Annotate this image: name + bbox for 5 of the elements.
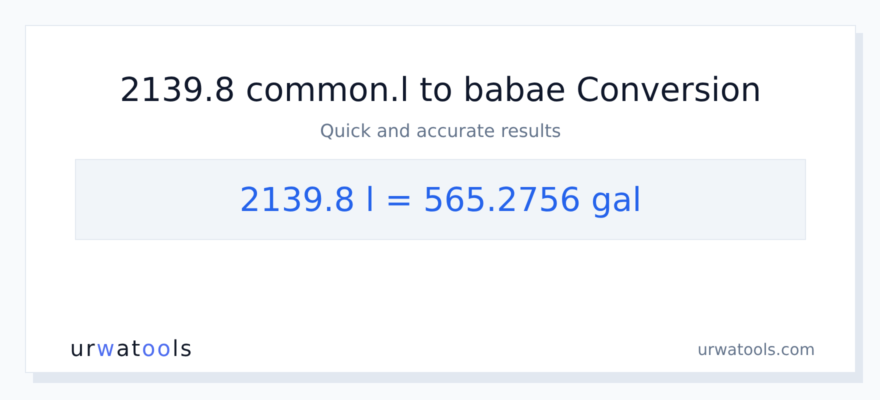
- result-text: 2139.8 l = 565.2756 gal: [239, 178, 642, 221]
- logo: urwatoo ls: [70, 336, 194, 364]
- subtitle: Quick and accurate results: [320, 120, 562, 144]
- site-url: urwatools.com: [698, 338, 815, 360]
- page-title: 2139.8 common.l to babae Conversion: [120, 70, 762, 110]
